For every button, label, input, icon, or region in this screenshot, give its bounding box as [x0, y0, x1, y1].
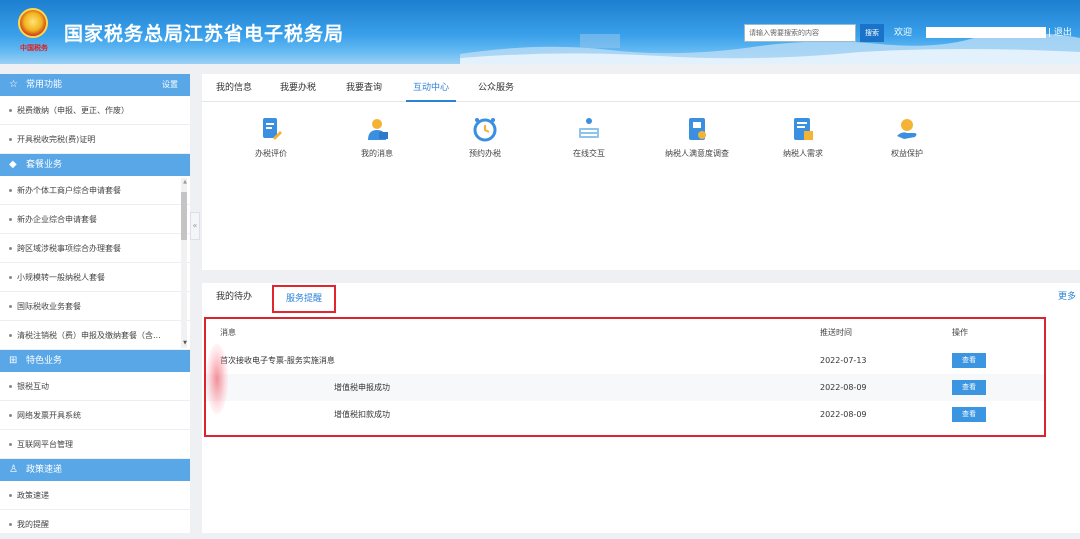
search-input[interactable]: 请输入需要搜索的内容 [744, 24, 856, 42]
tab-service-reminder[interactable]: 服务提醒 [272, 285, 336, 313]
search-button[interactable]: 搜索 [860, 24, 884, 42]
collapse-sidebar-button[interactable]: « [190, 212, 200, 240]
sidebar-section-common[interactable]: ☆ 常用功能 设置 [0, 74, 190, 96]
tab-interaction-center[interactable]: 互动中心 [406, 74, 456, 102]
hand-protect-icon [897, 119, 917, 139]
message-table: 消息 推送时间 操作 首次接收电子专票-服务实施消息 2022-07-13 查看… [204, 317, 1046, 437]
tab-public-service[interactable]: 公众服务 [478, 74, 514, 102]
table-header: 消息 推送时间 操作 [206, 319, 1044, 347]
tab-bar: 我的信息 我要办税 我要查询 互动中心 公众服务 [202, 74, 1080, 102]
package-list: 新办个体工商户综合申请套餐 新办企业综合申请套餐 跨区域涉税事项综合办理套餐 小… [0, 176, 190, 350]
sidebar-section-policy[interactable]: ♙ 政策速递 [0, 459, 190, 481]
scrollbar-thumb[interactable] [181, 192, 187, 240]
sidebar-item-deregistration[interactable]: 清税注销税（费）申报及缴纳套餐（含... [0, 321, 190, 350]
view-button[interactable]: 查看 [952, 380, 986, 395]
table-row: 首次接收电子专票-服务实施消息 2022-07-13 查看 [206, 347, 1044, 374]
header-time: 推送时间 [820, 328, 852, 337]
message-panel: 我的待办 服务提醒 更多 消息 推送时间 操作 首次接收电子专票-服务实施消息 … [202, 283, 1080, 533]
star-icon: ☆ [9, 79, 18, 90]
table-row: 增值税申报成功 2022-08-09 查看 [206, 374, 1044, 401]
push-time: 2022-08-09 [820, 410, 867, 419]
welcome-text: 欢迎 [894, 28, 913, 38]
app-label: 权益保护 [891, 149, 923, 158]
redaction-blur [206, 344, 228, 414]
header-op: 操作 [952, 328, 968, 337]
sidebar-item-new-enterprise[interactable]: 新办企业综合申请套餐 [0, 205, 190, 234]
push-time: 2022-08-09 [820, 383, 867, 392]
tab-my-info[interactable]: 我的信息 [216, 74, 252, 102]
message-text: 首次接收电子专票-服务实施消息 [220, 356, 335, 365]
emblem-caption: 中国税务 [20, 43, 48, 52]
message-text: 增值税申报成功 [334, 383, 390, 392]
app-appointment[interactable]: 预约办税 [440, 116, 530, 159]
tab-my-todo[interactable]: 我的待办 [216, 283, 252, 311]
app-label: 办税评价 [255, 149, 287, 158]
section-title: 常用功能 [26, 80, 63, 90]
app-my-messages[interactable]: 我的消息 [332, 116, 422, 159]
user-message-icon [368, 119, 388, 140]
sidebar-section-special[interactable]: ⊞ 特色业务 [0, 350, 190, 372]
sidebar-item-small-to-general[interactable]: 小规模转一般纳税人套餐 [0, 263, 190, 292]
sidebar: ☆ 常用功能 设置 税费缴纳（申报、更正、作废） 开具税收完税(费)证明 ◆ 套… [0, 74, 190, 539]
app-rights-protection[interactable]: 权益保护 [862, 116, 952, 159]
app-taxpayer-needs[interactable]: 纳税人需求 [758, 116, 848, 159]
sidebar-item-cross-region[interactable]: 跨区域涉税事项综合办理套餐 [0, 234, 190, 263]
view-button[interactable]: 查看 [952, 407, 986, 422]
app-online-interaction[interactable]: 在线交互 [544, 116, 634, 159]
sidebar-item-new-individual[interactable]: 新办个体工商户综合申请套餐 [0, 176, 190, 205]
redacted-username [926, 27, 1046, 38]
section-title: 套餐业务 [26, 160, 63, 170]
sidebar-item-invoice-system[interactable]: 网络发票开具系统 [0, 401, 190, 430]
site-title: 国家税务总局江苏省电子税务局 [64, 23, 345, 45]
more-link[interactable]: 更多 [1058, 283, 1076, 311]
package-icon: ◆ [9, 159, 17, 170]
scroll-up-icon[interactable]: ▲ [183, 179, 187, 185]
keyboard-icon [579, 118, 599, 138]
section-title: 特色业务 [26, 356, 63, 366]
message-text: 增值税扣款成功 [334, 410, 390, 419]
requirement-doc-icon [794, 118, 813, 140]
section-title: 政策速递 [26, 465, 63, 475]
header-message: 消息 [220, 328, 236, 337]
sidebar-item-tax-payment[interactable]: 税费缴纳（申报、更正、作废） [0, 96, 190, 125]
tab-handle-tax[interactable]: 我要办税 [280, 74, 316, 102]
sidebar-item-my-reminder[interactable]: 我的提醒 [0, 510, 190, 539]
sidebar-item-tax-certificate[interactable]: 开具税收完税(费)证明 [0, 125, 190, 154]
tab-query[interactable]: 我要查询 [346, 74, 382, 102]
sidebar-item-internet-platform[interactable]: 互联网平台管理 [0, 430, 190, 459]
app-satisfaction-survey[interactable]: 纳税人满意度调查 [652, 116, 742, 159]
sidebar-item-bank-tax[interactable]: 银税互动 [0, 372, 190, 401]
document-edit-icon [263, 118, 282, 140]
sidebar-section-package[interactable]: ◆ 套餐业务 [0, 154, 190, 176]
app-label: 预约办税 [469, 149, 501, 158]
person-icon: ♙ [9, 464, 18, 475]
app-label: 在线交互 [573, 149, 605, 158]
clock-icon [473, 118, 497, 142]
app-tax-evaluation[interactable]: 办税评价 [226, 116, 316, 159]
survey-icon [689, 118, 706, 140]
table-row: 增值税扣款成功 2022-08-09 查看 [206, 401, 1044, 428]
scroll-down-icon[interactable]: ▼ [183, 340, 187, 346]
tax-emblem-icon [18, 8, 48, 38]
top-banner: 中国税务 国家税务总局江苏省电子税务局 请输入需要搜索的内容 搜索 欢迎 | 退… [0, 0, 1080, 64]
grid-icon: ⊞ [9, 355, 18, 366]
push-time: 2022-07-13 [820, 356, 867, 365]
app-label: 纳税人需求 [783, 149, 823, 158]
view-button[interactable]: 查看 [952, 353, 986, 368]
settings-link[interactable]: 设置 [162, 74, 178, 96]
app-label: 纳税人满意度调查 [665, 149, 729, 158]
sidebar-item-international[interactable]: 国际税收业务套餐 [0, 292, 190, 321]
sidebar-item-policy[interactable]: 政策速递 [0, 481, 190, 510]
app-label: 我的消息 [361, 149, 393, 158]
main-panel: 我的信息 我要办税 我要查询 互动中心 公众服务 办税评价 我的消息 预约办税 … [202, 74, 1080, 270]
logout-link[interactable]: | 退出 [1048, 26, 1072, 40]
